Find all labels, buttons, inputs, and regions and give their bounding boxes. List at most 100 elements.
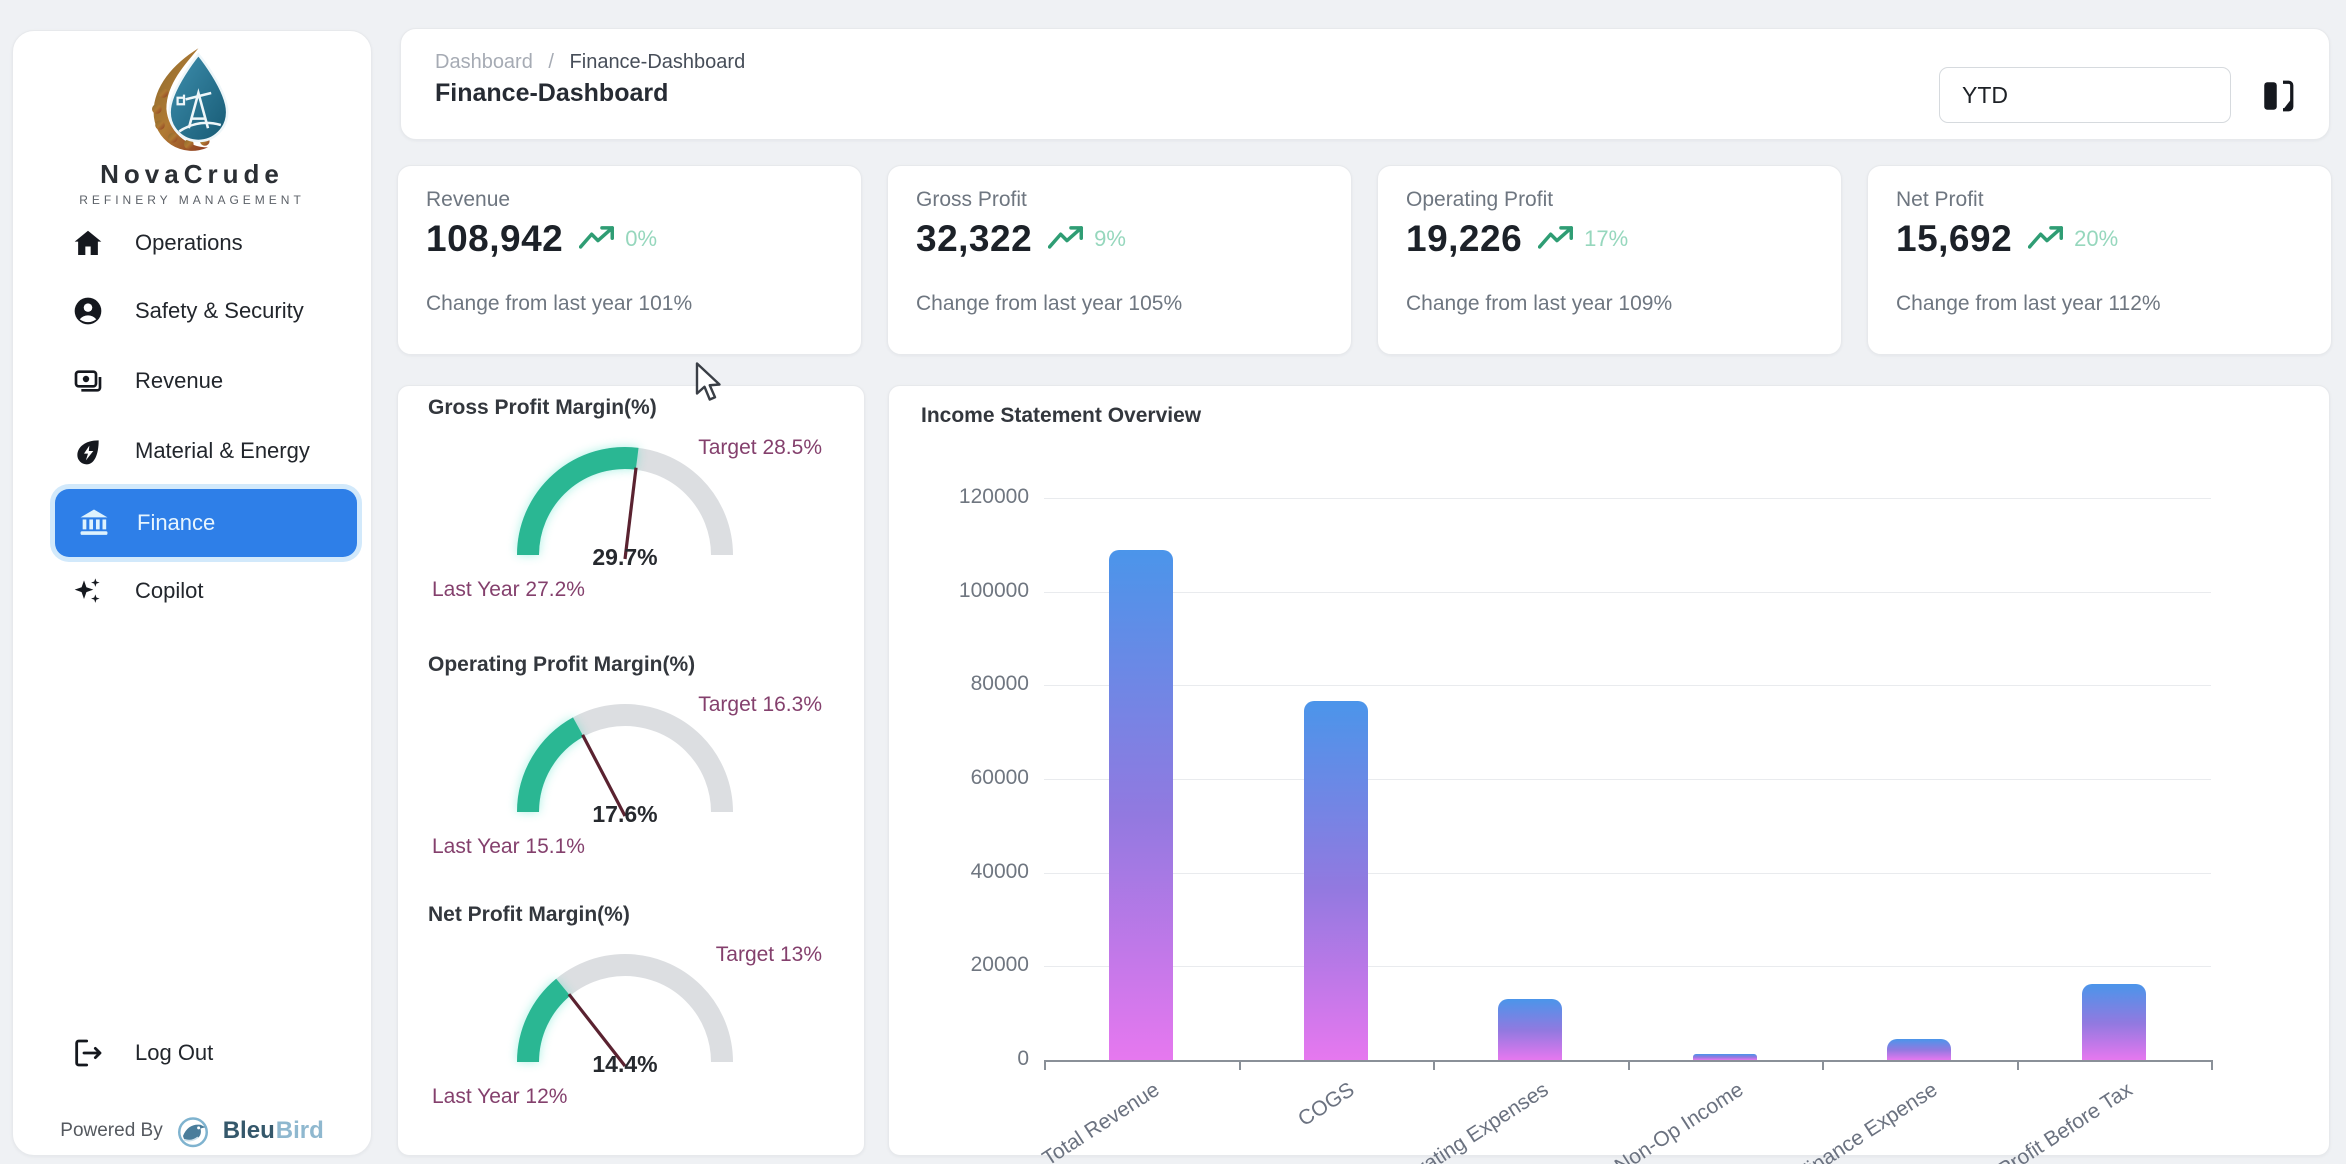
kpi-value: 108,942 (426, 218, 563, 260)
x-axis-tick (1044, 1060, 1046, 1070)
gauge-value: 14.4% (545, 1051, 705, 1078)
trending-up-icon (1048, 224, 1086, 254)
sparkles-icon (71, 574, 105, 608)
kpi-label: Revenue (426, 188, 510, 212)
gridline (1044, 685, 2211, 686)
breadcrumb: Dashboard / Finance-Dashboard (435, 51, 745, 74)
y-axis-tick-label: 60000 (919, 766, 1029, 790)
y-axis-tick-label: 120000 (919, 485, 1029, 509)
bar-net-profit-before-tax (2082, 984, 2146, 1060)
sidebar-item-finance[interactable]: Finance (55, 489, 357, 557)
kpi-label: Operating Profit (1406, 188, 1553, 212)
sidebar-item-copilot[interactable]: Copilot (27, 559, 359, 623)
brand-name: NovaCrude (13, 159, 371, 190)
kpi-card-operating-profit: Operating Profit 19,226 17% Change from … (1377, 165, 1842, 355)
breadcrumb-root[interactable]: Dashboard (435, 51, 533, 73)
income-statement-bar-chart: 020000400006000080000100000120000Total R… (889, 386, 2329, 1155)
banknote-icon (71, 364, 105, 398)
gauge-operating-profit-margin: Operating Profit Margin(%) Target 16.3% … (398, 653, 866, 905)
powered-by: Powered By Bleu Bird (13, 1111, 371, 1151)
y-axis-tick-label: 0 (919, 1047, 1029, 1071)
breadcrumb-separator: / (548, 51, 554, 73)
gridline (1044, 966, 2211, 967)
mouse-cursor (694, 362, 724, 404)
sidebar-item-label: Finance (137, 510, 215, 536)
x-axis-category-label: Non-Op Income (1610, 1078, 1747, 1164)
bar-non-op-income (1693, 1054, 1757, 1060)
logout-button[interactable]: Log Out (27, 1021, 359, 1085)
trending-up-icon (1538, 224, 1576, 254)
x-axis-category-label: COGS (1294, 1078, 1359, 1132)
period-selector[interactable]: YTD (1939, 67, 2231, 123)
y-axis-tick-label: 100000 (919, 579, 1029, 603)
kpi-change-text: Change from last year 105% (916, 292, 1182, 316)
powered-brand-part1: Bleu (223, 1117, 275, 1145)
page-title: Finance-Dashboard (435, 79, 668, 108)
kpi-trend-pct: 17% (1584, 226, 1628, 252)
sidebar-item-safety-security[interactable]: Safety & Security (27, 279, 359, 343)
novacrude-logo-icon (140, 45, 244, 157)
x-axis-tick (1239, 1060, 1241, 1070)
logout-label: Log Out (135, 1040, 213, 1066)
gauge-gross-profit-margin: Gross Profit Margin(%) Target 28.5% 29.7… (398, 396, 866, 648)
gauge-last-year-label: Last Year 12% (432, 1085, 567, 1109)
user-circle-icon (71, 294, 105, 328)
x-axis-tick (1628, 1060, 1630, 1070)
gauge-value: 29.7% (545, 544, 705, 571)
flip-layout-icon (2258, 76, 2298, 116)
bar-cogs (1304, 701, 1368, 1060)
sidebar-item-operations[interactable]: Operations (27, 211, 359, 275)
sidebar-item-label: Revenue (135, 368, 223, 394)
gridline (1044, 498, 2211, 499)
income-statement-card: Income Statement Overview 02000040000600… (888, 385, 2330, 1156)
kpi-trend-pct: 9% (1094, 226, 1126, 252)
kpi-value: 32,322 (916, 218, 1032, 260)
gauge-last-year-label: Last Year 15.1% (432, 835, 585, 859)
trending-up-icon (2028, 224, 2066, 254)
kpi-card-net-profit: Net Profit 15,692 20% Change from last y… (1867, 165, 2332, 355)
x-axis-category-label: Total Revenue (1039, 1078, 1165, 1164)
period-selector-value: YTD (1962, 82, 2008, 109)
gauge-value: 17.6% (545, 801, 705, 828)
gauge-last-year-label: Last Year 27.2% (432, 578, 585, 602)
kpi-value: 19,226 (1406, 218, 1522, 260)
y-axis-tick-label: 20000 (919, 953, 1029, 977)
sidebar-item-label: Safety & Security (135, 298, 304, 324)
logout-icon (71, 1036, 105, 1070)
kpi-card-revenue: Revenue 108,942 0% Change from last year… (397, 165, 862, 355)
kpi-value: 15,692 (1896, 218, 2012, 260)
sidebar-item-label: Operations (135, 230, 243, 256)
kpi-change-text: Change from last year 109% (1406, 292, 1672, 316)
kpi-change-text: Change from last year 101% (426, 292, 692, 316)
gridline (1044, 592, 2211, 593)
trending-up-icon (579, 224, 617, 254)
sidebar: NovaCrude REFINERY MANAGEMENT Operations… (12, 30, 372, 1156)
brand-logo: NovaCrude REFINERY MANAGEMENT (13, 45, 371, 207)
gridline (1044, 779, 2211, 780)
sidebar-item-revenue[interactable]: Revenue (27, 349, 359, 413)
gauge-net-profit-margin: Net Profit Margin(%) Target 13% 14.4% La… (398, 903, 866, 1155)
bar-total-revenue (1109, 550, 1173, 1060)
breadcrumb-current: Finance-Dashboard (570, 51, 746, 73)
profit-margin-gauges-card: Gross Profit Margin(%) Target 28.5% 29.7… (397, 385, 865, 1156)
x-axis-category-label: Finance Expense (1793, 1078, 1942, 1164)
bar-finance-expense (1887, 1039, 1951, 1060)
y-axis-tick-label: 40000 (919, 860, 1029, 884)
kpi-trend-pct: 20% (2074, 226, 2118, 252)
gridline (1044, 873, 2211, 874)
sidebar-item-label: Copilot (135, 578, 203, 604)
header: Dashboard / Finance-Dashboard Finance-Da… (400, 28, 2330, 140)
sidebar-item-material-energy[interactable]: Material & Energy (27, 419, 359, 483)
x-axis-tick (2017, 1060, 2019, 1070)
bleubird-logo-icon (173, 1111, 213, 1151)
x-axis-category-label: Net Profit Before Tax (1962, 1078, 2137, 1164)
y-axis-tick-label: 80000 (919, 672, 1029, 696)
x-axis-category-label: Operating Expenses (1381, 1078, 1554, 1164)
flip-layout-button[interactable] (2257, 75, 2299, 117)
powered-by-label: Powered By (60, 1120, 162, 1142)
kpi-label: Net Profit (1896, 188, 1984, 212)
bank-icon (77, 506, 111, 540)
finance-dashboard-page: NovaCrude REFINERY MANAGEMENT Operations… (0, 0, 2346, 1164)
kpi-card-gross-profit: Gross Profit 32,322 9% Change from last … (887, 165, 1352, 355)
brand-tagline: REFINERY MANAGEMENT (13, 193, 371, 207)
